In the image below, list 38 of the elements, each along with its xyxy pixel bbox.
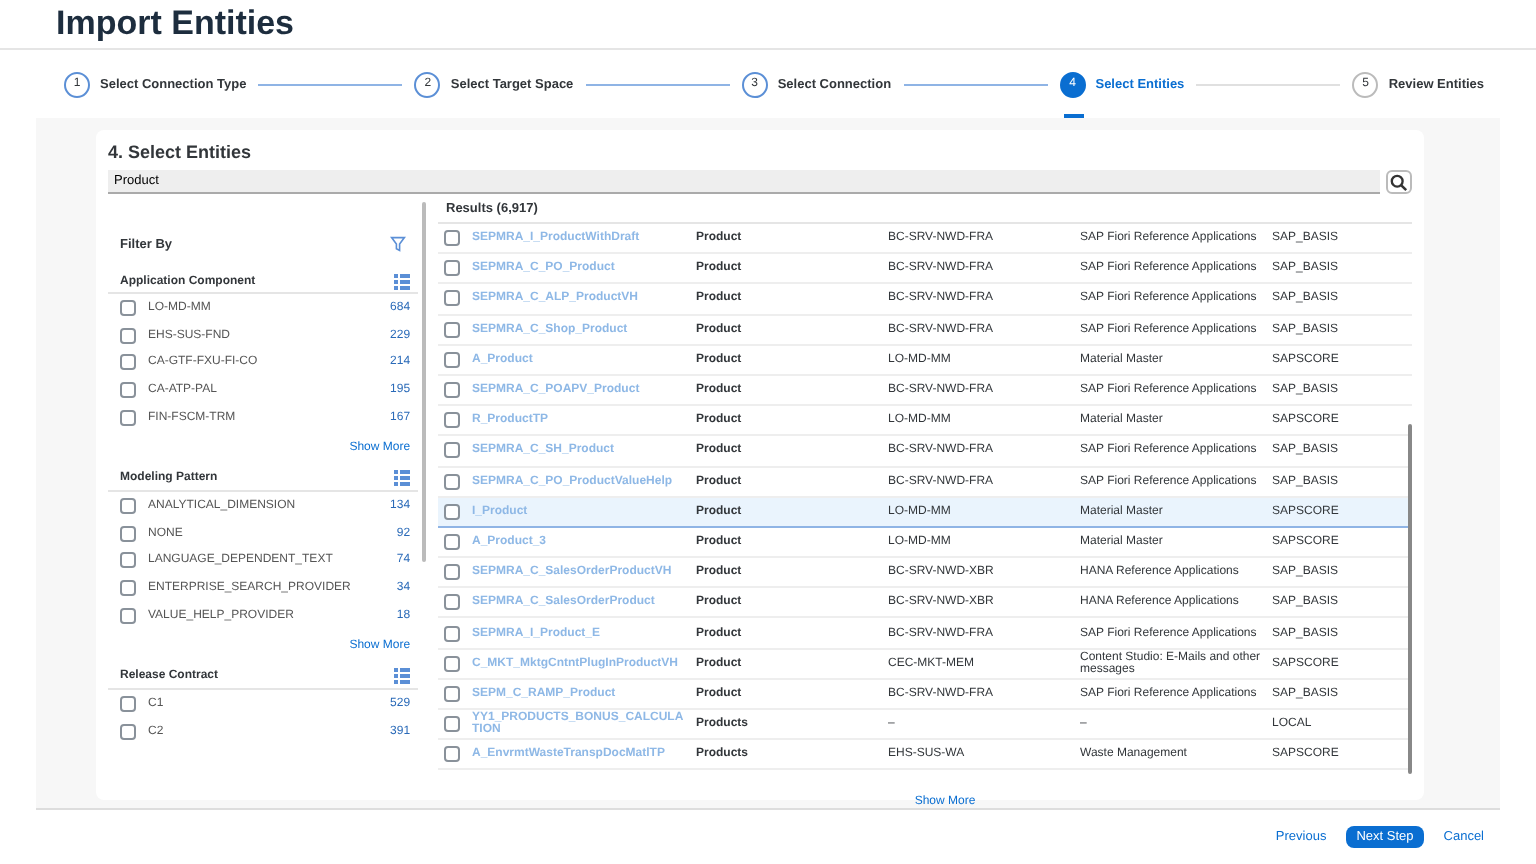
checkbox[interactable] — [444, 564, 460, 581]
checkbox[interactable] — [444, 655, 460, 672]
checkbox[interactable] — [444, 290, 460, 307]
checkbox[interactable] — [444, 382, 460, 399]
checkbox[interactable] — [444, 503, 460, 520]
search-icon — [1390, 173, 1408, 191]
checkbox[interactable] — [444, 260, 460, 277]
checkbox[interactable] — [444, 412, 460, 429]
checkbox[interactable] — [120, 299, 136, 316]
checkbox[interactable] — [120, 552, 136, 569]
checkbox[interactable] — [444, 685, 460, 702]
checkbox[interactable] — [444, 230, 460, 247]
checkbox[interactable] — [444, 442, 460, 459]
list-icon[interactable] — [394, 668, 411, 685]
checkbox[interactable] — [120, 608, 136, 625]
checkbox[interactable] — [120, 410, 136, 427]
checkbox[interactable] — [444, 594, 460, 611]
checkbox[interactable] — [120, 382, 136, 399]
checkbox[interactable] — [120, 525, 136, 542]
checkbox[interactable] — [120, 695, 136, 712]
section-title: 4. Select Entities — [108, 140, 254, 162]
list-icon[interactable] — [394, 273, 411, 289]
page-title: Import Entities — [54, 2, 297, 46]
list-icon[interactable] — [394, 470, 411, 487]
checkbox[interactable] — [444, 746, 460, 763]
checkbox[interactable] — [120, 327, 136, 344]
checkbox[interactable] — [444, 716, 460, 733]
checkbox[interactable] — [444, 351, 460, 368]
checkbox[interactable] — [444, 473, 460, 490]
checkbox[interactable] — [120, 580, 136, 597]
checkbox[interactable] — [444, 625, 460, 642]
checkbox[interactable] — [120, 723, 136, 740]
checkbox[interactable] — [444, 533, 460, 550]
search-button[interactable] — [1386, 170, 1412, 194]
checkbox[interactable] — [120, 497, 136, 514]
filter-icon[interactable] — [390, 236, 407, 252]
checkbox[interactable] — [120, 354, 136, 371]
checkbox[interactable] — [444, 321, 460, 338]
